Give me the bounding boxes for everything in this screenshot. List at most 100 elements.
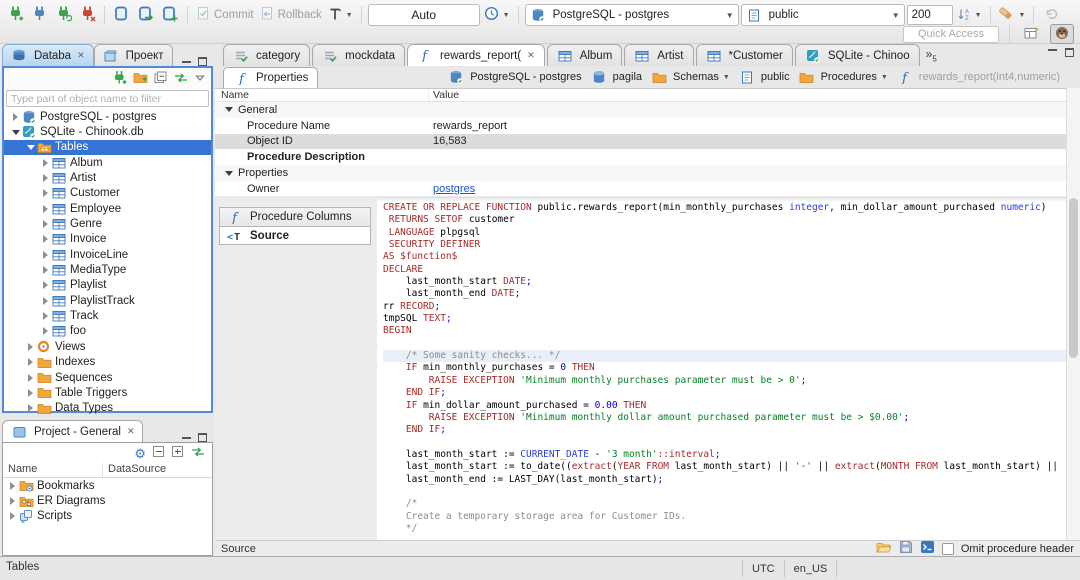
active-connection-combo[interactable]: PostgreSQL - postgres ▼ xyxy=(524,4,739,26)
omit-procedure-header-checkbox[interactable] xyxy=(941,542,954,555)
expand-arrow-icon[interactable] xyxy=(25,342,36,351)
expand-arrow-icon[interactable] xyxy=(40,281,51,290)
tree-item-invoiceline[interactable]: InvoiceLine xyxy=(4,247,211,262)
tree-item-album[interactable]: Album xyxy=(4,155,211,170)
breadcrumb-item-rewards-report-int4-numeric[interactable]: f rewards_report(int4,numeric) xyxy=(897,70,1060,84)
editor-tab-sqlite-chinoo[interactable]: SQLite - Chinoo xyxy=(794,44,920,66)
tab-database-navigator[interactable]: Databa ✕ xyxy=(2,44,94,66)
expand-arrow-icon[interactable] xyxy=(7,497,18,506)
expand-arrow-icon[interactable] xyxy=(40,189,51,198)
save-file-icon[interactable] xyxy=(899,540,913,557)
transaction-history-button[interactable]: ▼ xyxy=(482,4,512,26)
expand-arrow-icon[interactable] xyxy=(40,158,51,167)
perspective-dbeaver-button[interactable] xyxy=(1050,24,1074,44)
tree-item-data-types[interactable]: Data Types xyxy=(4,401,211,416)
expand-arrow-icon[interactable] xyxy=(7,512,18,521)
object-filter-input[interactable] xyxy=(6,90,209,107)
expand-arrow-icon[interactable] xyxy=(25,404,36,413)
scrollbar-thumb[interactable] xyxy=(1069,198,1078,358)
side-tab-procedure-columns[interactable]: f Procedure Columns xyxy=(219,207,371,226)
tree-item-genre[interactable]: Genre xyxy=(4,216,211,231)
expand-arrow-icon[interactable] xyxy=(10,129,21,135)
rollback-button[interactable]: Rollback xyxy=(258,4,324,26)
tree-item-postgresql-postgres[interactable]: PostgreSQL - postgres xyxy=(4,109,211,124)
expand-arrow-icon[interactable] xyxy=(25,144,36,150)
close-icon[interactable]: ✕ xyxy=(527,50,535,61)
status-locale[interactable]: en_US xyxy=(785,560,838,577)
editor-tab-album[interactable]: Album xyxy=(546,44,623,66)
fetch-size-input[interactable]: 200 xyxy=(906,5,953,25)
tree-item-views[interactable]: Views xyxy=(4,339,211,354)
tree-item-customer[interactable]: Customer xyxy=(4,186,211,201)
editor-tab-artist[interactable]: Artist xyxy=(624,44,694,66)
open-console-icon[interactable] xyxy=(920,540,935,557)
tree-item-playlist[interactable]: Playlist xyxy=(4,278,211,293)
open-sql-script-button[interactable] xyxy=(135,4,157,26)
editor-tab-category[interactable]: category xyxy=(223,44,311,66)
tab-project-general[interactable]: Project - General ✕ xyxy=(2,420,144,442)
expand-arrow-icon[interactable] xyxy=(25,388,36,397)
tree-item-invoice[interactable]: Invoice xyxy=(4,232,211,247)
property-row-owner[interactable]: Owner postgres xyxy=(215,181,1066,197)
breadcrumb-item-public[interactable]: public xyxy=(739,70,790,84)
breadcrumb-item-postgresql-postgres[interactable]: PostgreSQL - postgres xyxy=(448,70,582,84)
new-connection-icon[interactable] xyxy=(112,70,127,88)
tree-item-foo[interactable]: foo xyxy=(4,324,211,339)
expand-arrow-icon[interactable] xyxy=(40,174,51,183)
connect-button[interactable] xyxy=(28,4,50,26)
breadcrumb-item-procedures[interactable]: Procedures ▼ xyxy=(799,70,888,84)
new-sql-editor-button[interactable] xyxy=(159,4,181,26)
undo-button[interactable] xyxy=(1040,4,1062,26)
side-tab-source[interactable]: < T Source xyxy=(219,226,371,245)
expand-arrow-icon[interactable] xyxy=(25,358,36,367)
expand-arrow-icon[interactable] xyxy=(40,220,51,229)
tab-project-navigator[interactable]: Проект xyxy=(93,44,173,66)
tree-item-artist[interactable]: Artist xyxy=(4,170,211,185)
expand-arrow-icon[interactable] xyxy=(40,235,51,244)
source-code-editor[interactable]: CREATE OR REPLACE FUNCTION public.reward… xyxy=(377,197,1066,540)
perspective-general-button[interactable] xyxy=(1020,24,1044,44)
expand-arrow-icon[interactable] xyxy=(40,204,51,213)
vertical-scrollbar[interactable] xyxy=(1066,88,1080,540)
new-folder-icon[interactable] xyxy=(133,71,148,87)
editor-tab-rewards-report[interactable]: f rewards_report(✕ xyxy=(406,44,545,66)
expand-all-icon[interactable] xyxy=(171,445,184,461)
editor-tab-mockdata[interactable]: mockdata xyxy=(312,44,405,66)
expand-arrow-icon[interactable] xyxy=(25,373,36,382)
transaction-mode-combo[interactable]: Auto xyxy=(367,4,480,26)
close-icon[interactable]: ✕ xyxy=(77,50,85,61)
tree-item-sqlite-chinook-db[interactable]: SQLite - Chinook.db xyxy=(4,124,211,139)
expand-arrow-icon[interactable] xyxy=(225,107,233,113)
more-tabs-chevron[interactable]: »5 xyxy=(922,47,941,63)
expand-arrow-icon[interactable] xyxy=(7,481,18,490)
expand-arrow-icon[interactable] xyxy=(10,112,21,121)
settings-gear-icon[interactable]: ⚙ xyxy=(134,447,146,460)
collapse-all-icon[interactable] xyxy=(152,445,165,461)
collapse-all-icon[interactable] xyxy=(154,71,167,87)
property-row-properties[interactable]: Properties xyxy=(215,165,1066,181)
column-header-datasource[interactable]: DataSource xyxy=(103,463,166,477)
tree-item-mediatype[interactable]: MediaType xyxy=(4,262,211,277)
tree-item-track[interactable]: Track xyxy=(4,308,211,323)
breadcrumb-item-pagila[interactable]: pagila xyxy=(591,70,642,84)
disconnect-button[interactable] xyxy=(76,4,98,26)
active-schema-combo[interactable]: public ▼ xyxy=(740,4,905,26)
view-menu-icon[interactable] xyxy=(195,73,205,85)
column-header-name[interactable]: Name xyxy=(3,463,103,477)
column-header-value[interactable]: Value xyxy=(429,89,459,101)
tree-item-playlisttrack[interactable]: PlaylistTrack xyxy=(4,293,211,308)
project-item-scripts[interactable]: Scripts xyxy=(3,509,212,524)
property-row-object-id[interactable]: Object ID 16,583 xyxy=(215,133,1066,150)
property-row-procedure-name[interactable]: Procedure Name rewards_report xyxy=(215,118,1066,134)
close-icon[interactable]: ✕ xyxy=(127,426,135,437)
project-item-bookmarks[interactable]: Bookmarks xyxy=(3,478,212,493)
minimize-icon[interactable] xyxy=(182,436,191,439)
expand-arrow-icon[interactable] xyxy=(40,312,51,321)
editor-tab-customer[interactable]: *Customer xyxy=(695,44,793,66)
column-header-name[interactable]: Name xyxy=(215,89,429,101)
sort-button[interactable]: A Z ▼ xyxy=(955,4,984,26)
sql-editor-button[interactable] xyxy=(111,4,133,26)
link-with-editor-icon[interactable] xyxy=(190,446,206,461)
expand-arrow-icon[interactable] xyxy=(40,266,51,275)
quick-access-input[interactable]: Quick Access xyxy=(903,25,999,43)
